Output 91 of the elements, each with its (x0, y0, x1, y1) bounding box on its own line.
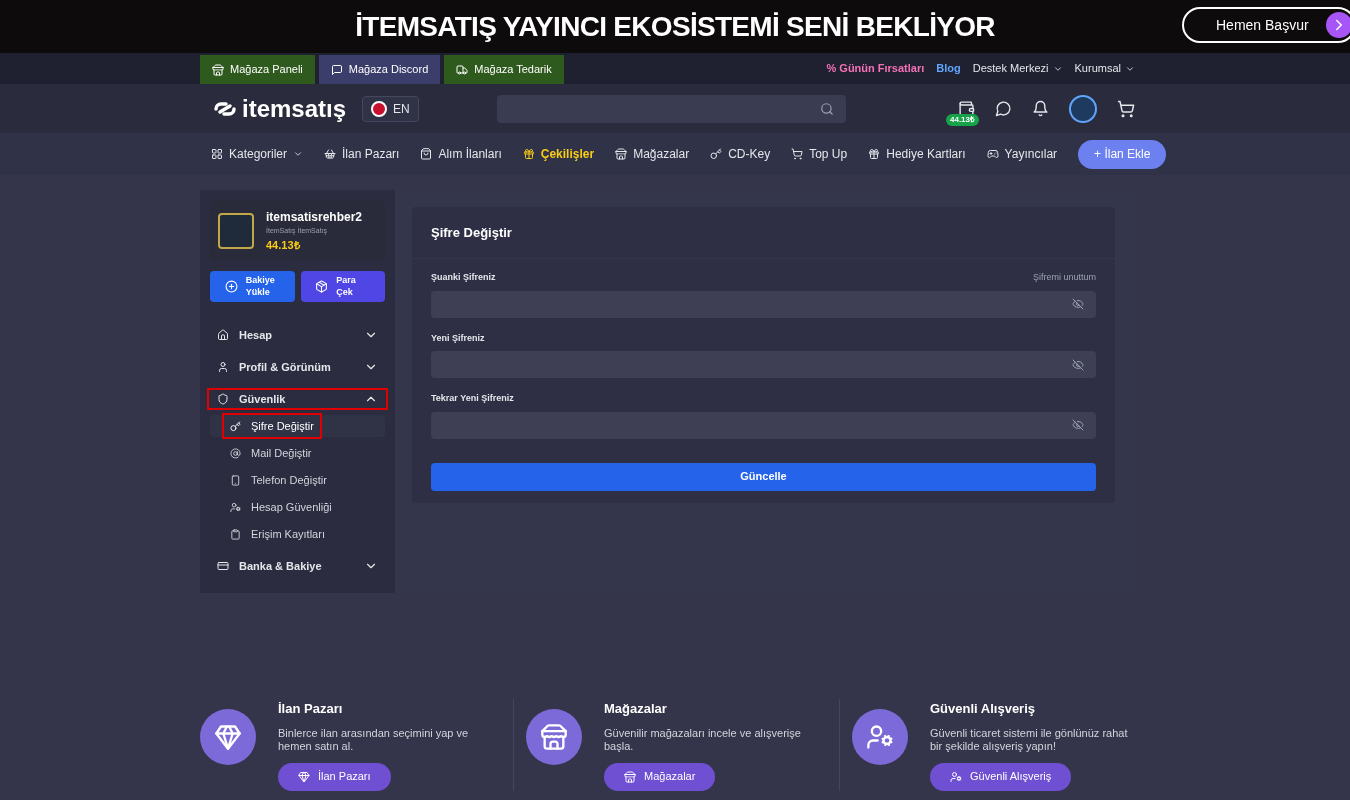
password-field[interactable] (431, 290, 1096, 318)
feature-title: Mağazalar (604, 700, 668, 718)
search-field[interactable] (496, 94, 846, 123)
nav-item[interactable]: Yayıncılar (986, 145, 1058, 163)
nav-item[interactable]: Mağazalar (615, 145, 690, 163)
wallet-balance: 44.13₺ (946, 114, 980, 126)
password-field[interactable] (431, 411, 1096, 439)
apply-button[interactable]: Hemen Başvur (1182, 7, 1350, 43)
password-field[interactable] (431, 351, 1096, 378)
hidden-eye-icon[interactable] (1072, 419, 1084, 431)
button-icon (950, 770, 962, 783)
nav-item[interactable]: Alım İlanları (420, 145, 502, 163)
user-balance: 44.13₺ (266, 237, 302, 253)
nav-icon (211, 148, 223, 160)
feature-button[interactable]: Mağazalar (604, 762, 716, 791)
sidebar-section[interactable]: Banka & Bakiye (207, 555, 388, 577)
feature-illustration-icon (200, 709, 256, 765)
username: itemsatisrehber2 (266, 209, 363, 226)
feature-illustration-icon (852, 709, 908, 765)
field-label: Tekrar Yeni Şifreniz (431, 392, 514, 405)
feature-illustration-icon (526, 709, 582, 765)
item-icon (230, 420, 241, 432)
feature-title: İlan Pazarı (278, 700, 344, 718)
nav-item[interactable]: Çekilişler (522, 145, 595, 163)
nav-icon (522, 148, 535, 160)
box-icon (315, 280, 329, 293)
section-icon (217, 560, 229, 572)
store-tab[interactable]: Mağaza Tedarik (444, 55, 564, 84)
sidebar-item[interactable]: Mail Değiştir (222, 440, 320, 466)
flag-icon (371, 100, 388, 117)
avatar-icon[interactable] (1069, 94, 1097, 123)
nav-icon (615, 148, 628, 160)
hidden-eye-icon[interactable] (1072, 358, 1084, 371)
nav-item[interactable]: CD-Key (710, 145, 771, 163)
feature-button[interactable]: Güvenli Alışveriş (930, 762, 1072, 791)
item-icon (230, 474, 241, 486)
sidebar-item[interactable]: Şifre Değiştir (222, 413, 322, 439)
wallet-action-button[interactable]: Para Çek (300, 271, 385, 302)
top-link[interactable]: % Günün Fırsatları (826, 60, 925, 77)
section-icon (217, 393, 229, 405)
sidebar-section[interactable]: Hesap (207, 324, 388, 346)
nav-icon (420, 148, 433, 160)
item-icon (230, 528, 241, 540)
nav-icon (324, 148, 337, 160)
top-link[interactable]: Blog (936, 60, 961, 77)
button-icon (624, 770, 636, 783)
wallet-icon[interactable] (958, 100, 975, 117)
sidebar-item[interactable]: Telefon Değiştir (222, 467, 335, 493)
sidebar-section[interactable]: Profil & Görünüm (207, 356, 388, 378)
logo[interactable]: itemsatış (212, 90, 347, 127)
section-icon (217, 329, 229, 341)
button-icon (298, 770, 310, 783)
cart-icon[interactable] (1117, 99, 1135, 118)
chat-icon[interactable] (995, 100, 1012, 117)
nav-item[interactable]: Hediye Kartları (868, 145, 966, 163)
feature-description: Güvenilir mağazaları incele ve alışverişe başla. (604, 726, 802, 753)
nav-icon (868, 148, 881, 160)
field-label: Yeni Şifreniz (431, 331, 485, 345)
nav-icon (710, 148, 723, 160)
feature-description: Binlerce ilan arasından seçimini yap ve hemen satın al. (278, 726, 470, 753)
field-label: Şuanki Şifreniz (431, 271, 496, 284)
feature-button[interactable]: İlan Pazarı (278, 762, 391, 791)
sidebar-item[interactable]: Erişim Kayıtları (222, 521, 333, 547)
wallet-action-button[interactable]: Bakiye Yükle (210, 271, 295, 302)
avatar-icon (218, 212, 254, 249)
add-listing-button[interactable]: + İlan Ekle (1078, 139, 1167, 169)
item-icon (230, 501, 241, 513)
hidden-eye-icon[interactable] (1072, 298, 1084, 310)
top-link[interactable]: Kurumsal (1074, 60, 1135, 77)
store-tab[interactable]: Mağaza Discord (318, 55, 441, 84)
section-icon (217, 361, 229, 373)
banner-title: İTEMSATIŞ YAYINCI EKOSİSTEMİ SENİ BEKLİYOR (355, 9, 995, 44)
feature-title: Güvenli Alışveriş (930, 700, 1036, 718)
top-link[interactable]: Destek Merkezi (972, 60, 1063, 77)
nav-icon (986, 148, 999, 160)
nav-item[interactable]: Kategoriler (211, 145, 304, 163)
item-icon (230, 447, 241, 459)
sidebar-section[interactable]: Güvenlik (207, 388, 388, 410)
forgot-password-link[interactable]: Şifremi unuttum (1032, 271, 1096, 285)
nav-item[interactable]: Top Up (791, 145, 848, 163)
store-tab[interactable]: Mağaza Paneli (200, 55, 315, 84)
sidebar-item[interactable]: Hesap Güvenliği (222, 494, 340, 520)
search-icon (819, 101, 834, 116)
feature-description: Güvenli ticaret sistemi ile gönlünüz rahat bir şekilde alışveriş yapın! (930, 726, 1129, 753)
nav-icon (791, 148, 804, 160)
nav-item[interactable]: İlan Pazarı (324, 145, 400, 163)
language-button[interactable]: EN (362, 95, 419, 122)
update-button[interactable]: Güncelle (431, 462, 1096, 491)
notification-icon[interactable] (1032, 100, 1049, 117)
plus-icon (224, 280, 238, 293)
form-title: Şifre Değiştir (431, 223, 512, 242)
